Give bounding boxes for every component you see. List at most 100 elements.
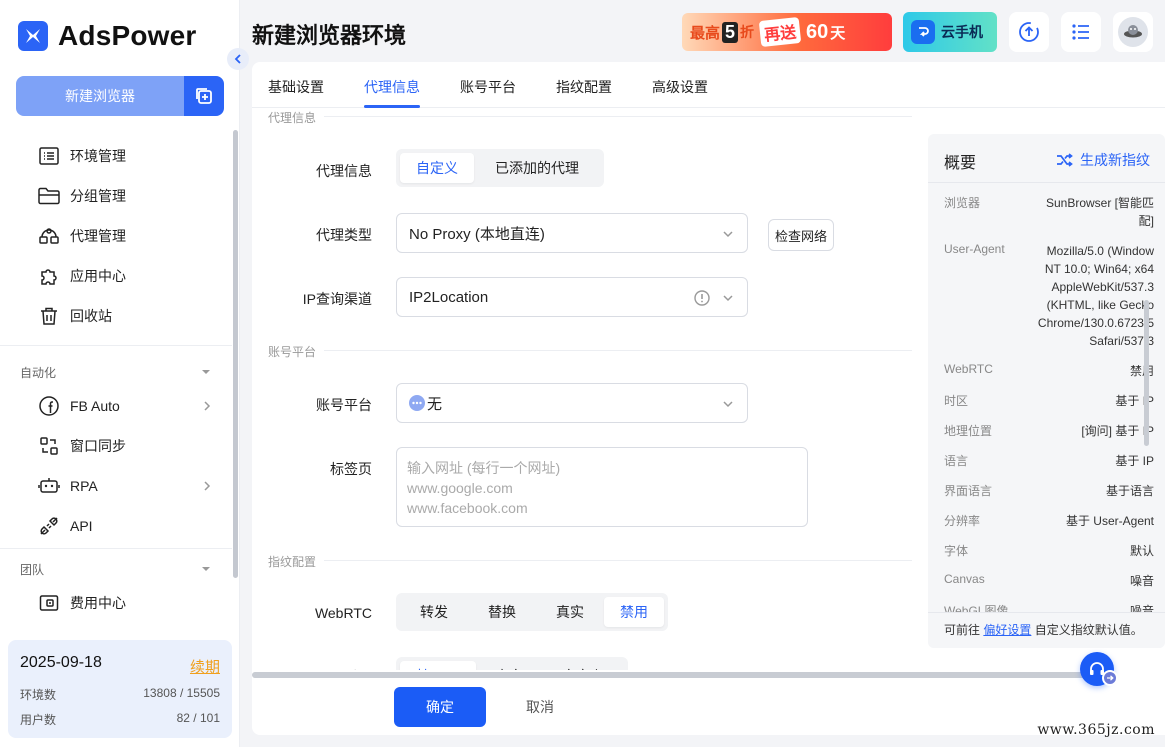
sidebar-item-api[interactable]: API — [38, 514, 93, 538]
preferences-link[interactable]: 偏好设置 — [983, 623, 1031, 637]
chevron-right-icon — [204, 401, 211, 411]
timezone-label: 时区 — [252, 667, 372, 670]
tabs-label: 标签页 — [330, 461, 372, 477]
sidebar-divider — [0, 548, 232, 549]
collapse-sidebar-button[interactable] — [227, 48, 249, 70]
nav-group-automation[interactable]: 自动化 — [20, 364, 56, 381]
page-title: 新建浏览器环境 — [252, 23, 407, 48]
new-browser-button[interactable]: 新建浏览器 — [16, 76, 184, 116]
tabs-urls-textarea[interactable]: 输入网址 (每行一个网址) www.google.com www.faceboo… — [396, 447, 808, 527]
app-name: AdsPower — [58, 20, 197, 51]
proxy-option-custom[interactable]: 自定义 — [400, 153, 474, 183]
app-logo[interactable]: AdsPower — [18, 20, 197, 52]
facebook-icon — [38, 395, 60, 417]
tab-bar: 基础设置 代理信息 账号平台 指纹配置 高级设置 — [252, 62, 1165, 108]
generate-fingerprint-button[interactable]: 生成新指纹 — [1056, 150, 1150, 170]
proxy-type-select[interactable]: No Proxy (本地直连) — [396, 213, 748, 253]
task-list-button[interactable] — [1061, 12, 1101, 52]
new-browser-button-group: 新建浏览器 — [16, 76, 224, 116]
avatar — [1118, 17, 1148, 47]
sidebar-scrollbar[interactable] — [233, 130, 238, 578]
cloud-phone-button[interactable]: 云手机 — [903, 12, 997, 52]
cancel-button[interactable]: 取消 — [510, 687, 570, 727]
tab-advanced-settings[interactable]: 高级设置 — [652, 77, 708, 97]
sidebar-item-label: 代理管理 — [70, 228, 126, 244]
overview-key: 界面语言 — [944, 484, 993, 498]
sidebar-item-rpa[interactable]: RPA — [38, 474, 98, 498]
user-avatar-button[interactable] — [1113, 12, 1153, 52]
sidebar-item-label: 环境管理 — [70, 148, 126, 164]
list-bullets-icon — [1072, 24, 1089, 40]
ip-channel-select[interactable]: IP2Location — [396, 277, 748, 317]
tab-fingerprint-config[interactable]: 指纹配置 — [556, 77, 612, 97]
account-platform-label: 账号平台 — [316, 397, 372, 413]
sidebar-item-label: 窗口同步 — [70, 438, 126, 454]
sidebar-item-billing-center[interactable]: 费用中心 — [38, 591, 126, 615]
section-title-proxy: 代理信息 — [268, 111, 317, 125]
form-scroll-area[interactable]: 代理信息 代理信息 自定义 已添加的代理 代理类型 No Proxy (本地直连… — [252, 108, 912, 670]
timezone-option-custom[interactable]: 自定义 — [542, 661, 624, 670]
env-count-value: 13808 / 15505 — [143, 686, 220, 700]
window-sync-icon — [38, 435, 60, 457]
promo-banner[interactable]: 最高 5 折 再送 60 天 — [682, 13, 892, 51]
overview-title: 概要 — [944, 155, 977, 172]
update-button[interactable] — [1009, 12, 1049, 52]
adspower-logo-icon — [18, 21, 48, 51]
sidebar-item-proxy-management[interactable]: 代理管理 — [38, 224, 126, 248]
upload-circle-icon — [1019, 22, 1039, 42]
sidebar-item-app-center[interactable]: 应用中心 — [38, 264, 126, 288]
tab-proxy-info[interactable]: 代理信息 — [364, 77, 420, 97]
proxy-info-label: 代理信息 — [316, 163, 372, 179]
chevron-down-icon — [723, 231, 733, 238]
horizontal-scrollbar[interactable] — [252, 672, 1092, 678]
sidebar-item-label: FB Auto — [70, 398, 120, 414]
sidebar-divider — [0, 345, 232, 346]
promo-text: 最高 — [690, 24, 721, 42]
sidebar-item-window-sync[interactable]: 窗口同步 — [38, 434, 126, 458]
confirm-button[interactable]: 确定 — [394, 687, 486, 727]
user-count-row: 用户数 82 / 101 — [20, 711, 220, 728]
timezone-option-ip[interactable]: 基于 IP — [400, 661, 476, 670]
timezone-segmented: 基于 IP 真实 自定义 — [396, 657, 628, 670]
info-icon[interactable] — [693, 289, 711, 307]
webrtc-option-replace[interactable]: 替换 — [468, 597, 536, 627]
webrtc-option-disabled[interactable]: 禁用 — [604, 597, 664, 627]
proxy-option-saved[interactable]: 已添加的代理 — [474, 153, 600, 183]
account-platform-value: 无 — [427, 395, 443, 413]
env-count-label: 环境数 — [20, 688, 57, 702]
sidebar-item-env-management[interactable]: 环境管理 — [38, 144, 126, 168]
ip-channel-value: IP2Location — [409, 288, 489, 306]
tab-account-platform[interactable]: 账号平台 — [460, 77, 516, 97]
sidebar-item-fb-auto[interactable]: FB Auto — [38, 394, 120, 418]
proxy-type-value: No Proxy (本地直连) — [409, 225, 545, 243]
section-title-account: 账号平台 — [268, 345, 317, 359]
caret-down-icon[interactable] — [200, 563, 212, 575]
proxy-info-segmented: 自定义 已添加的代理 — [396, 149, 604, 187]
user-count-value: 82 / 101 — [176, 711, 220, 725]
sidebar: AdsPower 新建浏览器 环境管理 分组管理 代理管理 应用中心 回收站 自… — [0, 0, 240, 747]
sidebar-item-group-management[interactable]: 分组管理 — [38, 184, 126, 208]
overview-key: 浏览器 — [944, 196, 981, 210]
chevron-right-icon — [204, 481, 211, 491]
webrtc-option-real[interactable]: 真实 — [536, 597, 604, 627]
batch-add-button[interactable] — [184, 76, 224, 116]
chevron-down-icon — [723, 295, 733, 302]
sidebar-item-recycle-bin[interactable]: 回收站 — [38, 304, 112, 328]
check-network-button[interactable]: 检查网络 — [768, 219, 834, 251]
overview-key: WebRTC — [944, 362, 993, 376]
nav-group-team[interactable]: 团队 — [20, 561, 44, 578]
renew-link[interactable]: 续期 — [190, 656, 220, 677]
caret-down-icon[interactable] — [200, 366, 212, 378]
overview-value: 禁用 — [1129, 364, 1154, 378]
timezone-option-real[interactable]: 真实 — [476, 661, 542, 670]
overview-scrollbar[interactable] — [1144, 300, 1149, 446]
tab-basic-settings[interactable]: 基础设置 — [268, 77, 324, 97]
add-square-icon — [196, 88, 212, 104]
shuffle-icon — [1057, 153, 1073, 167]
expand-support-button[interactable] — [1102, 670, 1118, 686]
webrtc-option-forward[interactable]: 转发 — [400, 597, 468, 627]
env-count-row: 环境数 13808 / 15505 — [20, 686, 220, 703]
account-summary-card: 2025-09-18 续期 环境数 13808 / 15505 用户数 82 /… — [8, 640, 232, 738]
overview-value: 噪音 — [1129, 574, 1154, 588]
account-platform-select[interactable]: 无 — [396, 383, 748, 423]
